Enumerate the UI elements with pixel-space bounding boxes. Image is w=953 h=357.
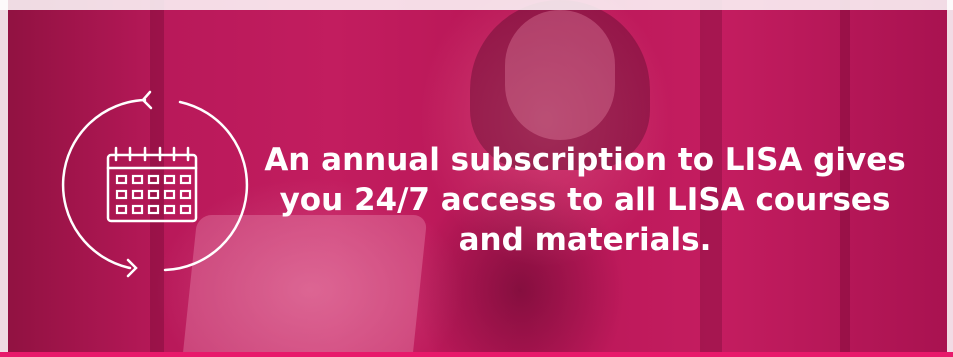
background-person-face xyxy=(505,10,615,140)
right-border xyxy=(947,0,953,357)
calendar-body xyxy=(106,153,198,223)
subscription-banner: An annual subscription to LISA gives you… xyxy=(0,0,953,357)
bottom-accent-bar xyxy=(0,352,953,357)
top-border xyxy=(0,0,953,10)
left-border xyxy=(0,0,8,357)
banner-headline: An annual subscription to LISA gives you… xyxy=(264,142,906,258)
cycle-arc-right xyxy=(163,100,249,272)
calendar-cycle-icon xyxy=(60,90,250,280)
cycle-arrow-top xyxy=(141,90,153,110)
